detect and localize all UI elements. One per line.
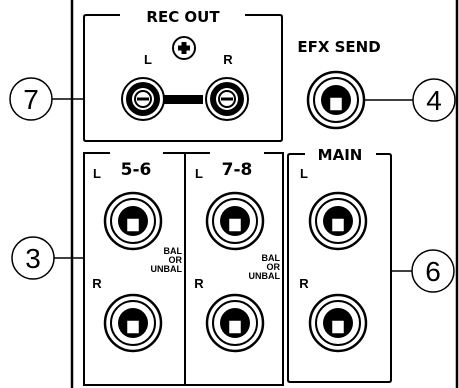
efx-send-jack[interactable] xyxy=(306,70,366,130)
main-left-label: L xyxy=(300,166,308,181)
callout-4-number: 4 xyxy=(426,85,442,116)
callout-4: 4 xyxy=(412,78,456,122)
unbal-label-7-8: UNBAL xyxy=(249,271,281,281)
rec-out-right-label: R xyxy=(223,52,233,67)
main-right-label: R xyxy=(299,276,309,291)
callout-3: 3 xyxy=(11,236,55,280)
channels-5-6-right-label: R xyxy=(92,276,102,291)
callout-7-number: 7 xyxy=(23,84,39,115)
main-left-jack[interactable] xyxy=(308,191,368,251)
efx-send-title: EFX SEND xyxy=(297,38,380,56)
channels-5-6-left-label: L xyxy=(93,166,101,181)
callout-6-number: 6 xyxy=(425,256,441,287)
callout-7: 7 xyxy=(9,77,53,121)
channel-7-8-right-jack[interactable] xyxy=(205,293,265,353)
main-right-jack[interactable] xyxy=(308,293,368,353)
rec-out-right-rca-jack[interactable] xyxy=(205,77,249,121)
plus-icon xyxy=(172,36,196,60)
panel-svg: REC OUT L R EFX SEND 5-6 7-8 L L R R BAL… xyxy=(9,0,459,388)
channels-5-6-title: 5-6 xyxy=(121,160,152,180)
channel-5-6-right-jack[interactable] xyxy=(103,293,163,353)
channels-7-8-left-label: L xyxy=(195,166,203,181)
callout-3-number: 3 xyxy=(25,243,41,274)
unbal-label-5-6: UNBAL xyxy=(151,264,183,274)
callout-6: 6 xyxy=(411,249,455,293)
channel-5-6-left-jack[interactable] xyxy=(103,191,163,251)
channels-7-8-right-label: R xyxy=(194,276,204,291)
rec-out-left-label: L xyxy=(144,52,152,67)
rec-out-left-rca-jack[interactable] xyxy=(121,77,165,121)
main-title: MAIN xyxy=(318,146,363,164)
channel-7-8-left-jack[interactable] xyxy=(205,191,265,251)
rec-out-title: REC OUT xyxy=(146,8,220,26)
connector-panel-diagram: REC OUT L R EFX SEND 5-6 7-8 L L R R BAL… xyxy=(0,0,459,388)
channels-7-8-title: 7-8 xyxy=(222,160,253,180)
